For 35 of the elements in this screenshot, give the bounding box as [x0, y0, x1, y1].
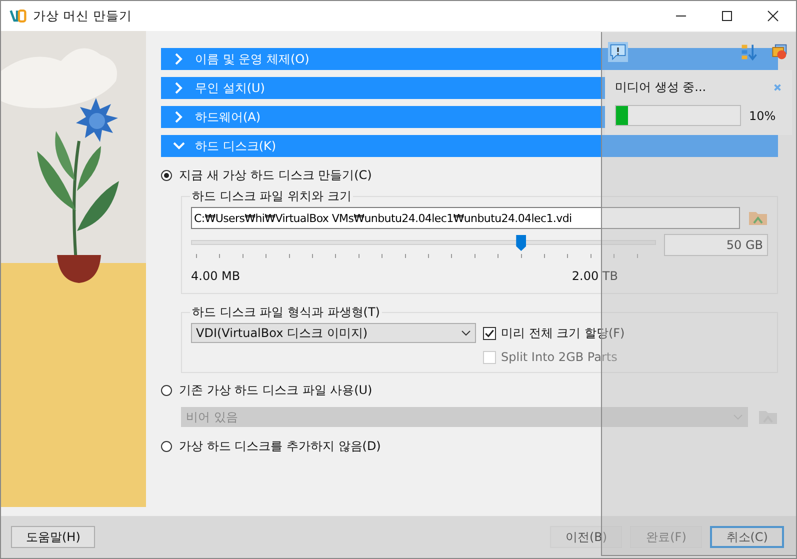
radio-button[interactable]	[161, 440, 172, 452]
radio-label[interactable]: 기존 가상 하드 디스크 파일 사용(U)	[179, 382, 372, 398]
chevron-icon	[173, 82, 185, 94]
chevron-icon	[173, 111, 185, 123]
radio-button[interactable]	[161, 384, 172, 396]
progress-title: 미디어 생성 중...	[615, 79, 706, 96]
maximize-icon	[721, 10, 733, 22]
sort-down-icon[interactable]	[740, 43, 758, 61]
radio-label[interactable]: 가상 하드 디스크를 추가하지 않음(D)	[179, 438, 381, 454]
checkbox-label[interactable]: 미리 전체 크기 할당(F)	[501, 325, 625, 342]
app-logo-icon	[9, 7, 27, 25]
radio-button[interactable]	[161, 170, 172, 180]
min-size-label: 4.00 MB	[191, 269, 240, 283]
windows-error-icon[interactable]	[770, 43, 788, 61]
radio-label[interactable]: 지금 새 가상 하드 디스크 만들기(C)	[179, 166, 372, 184]
section-header[interactable]: 이름 및 운영 체제(O)	[161, 48, 778, 70]
close-icon	[767, 10, 779, 22]
size-field[interactable]: 50 GB	[664, 234, 768, 256]
section-header[interactable]: 하드 디스크(K)	[161, 135, 778, 157]
format-dropdown[interactable]: VDI(VirtualBox 디스크 이미지)	[191, 323, 476, 343]
group-title: 하드 디스크 파일 위치와 크기	[190, 188, 354, 205]
chevron-icon	[173, 140, 185, 152]
size-slider[interactable]	[191, 234, 656, 256]
caret-icon	[461, 330, 471, 336]
max-size-label: 2.00 TB	[572, 269, 618, 283]
checkbox[interactable]	[483, 327, 496, 340]
progress-percent: 10%	[749, 108, 776, 122]
chevron-icon	[173, 53, 185, 65]
file-path-field[interactable]: C:₩Users₩hi₩VirtualBox VMs₩unbutu24.04lec1₩unbutu24.04lec1.vdi	[191, 207, 740, 229]
message-icon[interactable]	[608, 42, 628, 62]
group-title: 하드 디스크 파일 형식과 파생형(T)	[190, 304, 382, 321]
dialog-button[interactable]: 도움말(H)	[11, 526, 96, 548]
window-title: 가상 머신 만들기	[33, 8, 133, 24]
close-icon[interactable]	[773, 83, 782, 92]
dialog-button[interactable]: 취소(C)	[710, 526, 784, 548]
